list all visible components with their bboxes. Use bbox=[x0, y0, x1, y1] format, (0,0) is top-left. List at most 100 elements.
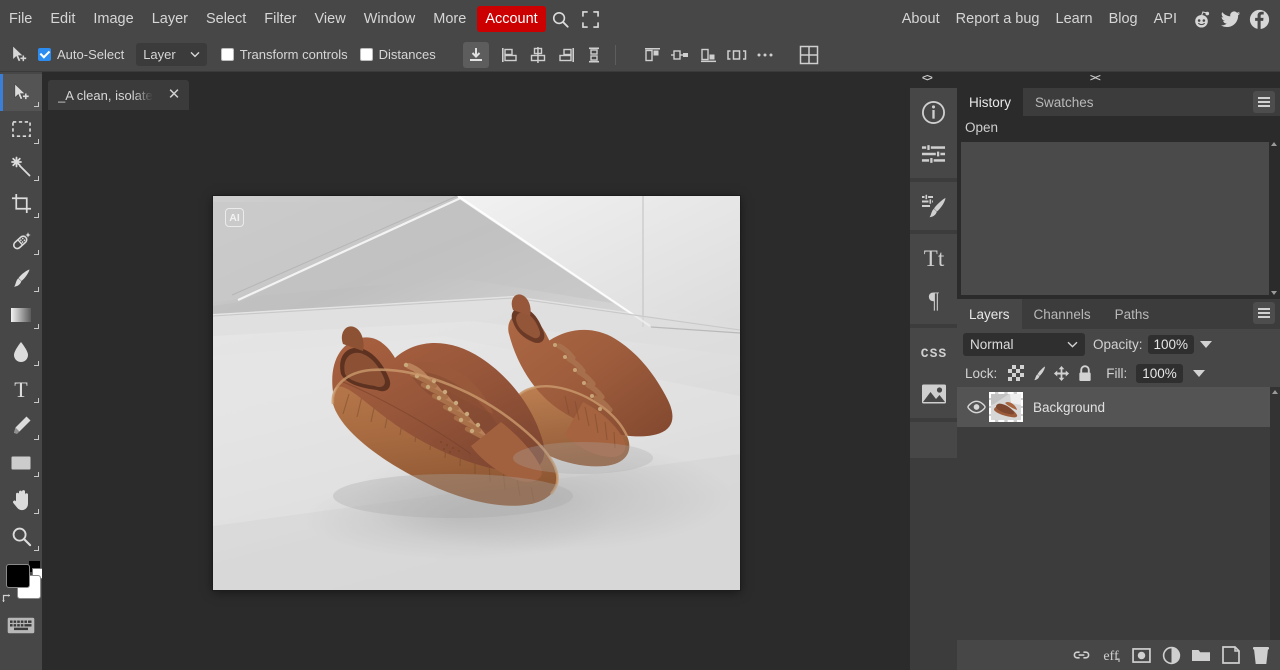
align-middle-icon[interactable] bbox=[668, 42, 694, 68]
menu-view[interactable]: View bbox=[306, 6, 355, 32]
link-about[interactable]: About bbox=[894, 6, 948, 32]
link-layers-icon[interactable] bbox=[1070, 644, 1092, 666]
account-button[interactable]: Account bbox=[477, 6, 546, 32]
facebook-icon[interactable] bbox=[1246, 6, 1272, 32]
dock-expand-left-handle[interactable]: <> bbox=[922, 73, 933, 84]
fill-slider-arrow-icon[interactable] bbox=[1192, 369, 1205, 377]
arrange-grid-icon[interactable] bbox=[796, 42, 822, 68]
opacity-value[interactable]: 100% bbox=[1147, 334, 1195, 354]
menu-window[interactable]: Window bbox=[355, 6, 425, 32]
tab-history[interactable]: History bbox=[957, 88, 1024, 116]
image-icon[interactable] bbox=[912, 373, 955, 415]
adjustment-layer-icon[interactable] bbox=[1160, 644, 1182, 666]
blur-tool[interactable] bbox=[0, 333, 42, 370]
menu-file[interactable]: File bbox=[0, 6, 41, 32]
history-list-body[interactable] bbox=[961, 142, 1269, 295]
tab-channels[interactable]: Channels bbox=[1022, 299, 1103, 329]
align-top-icon[interactable] bbox=[640, 42, 666, 68]
distribute-download-icon[interactable] bbox=[462, 41, 489, 68]
history-panel-menu-icon[interactable] bbox=[1253, 91, 1275, 113]
brush-settings-icon[interactable] bbox=[912, 185, 955, 227]
search-icon[interactable] bbox=[546, 6, 576, 32]
layer-list-scrollbar[interactable] bbox=[1270, 387, 1280, 640]
layer-list[interactable]: Background bbox=[957, 387, 1280, 640]
artboard[interactable]: AI bbox=[213, 196, 740, 590]
scroll-up-icon[interactable] bbox=[1271, 390, 1278, 394]
history-scrollbar[interactable] bbox=[1270, 140, 1279, 297]
css-icon[interactable]: CSS bbox=[912, 331, 955, 373]
new-layer-icon[interactable] bbox=[1220, 644, 1242, 666]
menu-layer[interactable]: Layer bbox=[143, 6, 197, 32]
auto-select-scope-dropdown[interactable]: Layer bbox=[136, 43, 207, 66]
move-tool[interactable] bbox=[0, 74, 42, 111]
keyboard-icon[interactable] bbox=[6, 615, 36, 635]
close-icon[interactable]: ✕ bbox=[163, 87, 186, 102]
add-mask-icon[interactable] bbox=[1130, 644, 1152, 666]
auto-select-checkbox[interactable]: Auto-Select bbox=[38, 47, 124, 62]
menu-filter[interactable]: Filter bbox=[255, 6, 305, 32]
layers-panel-menu-icon[interactable] bbox=[1253, 302, 1275, 324]
lock-position-icon[interactable] bbox=[1052, 364, 1071, 383]
align-vertical-icon[interactable] bbox=[581, 42, 607, 68]
distribute-horizontal-icon[interactable] bbox=[724, 42, 750, 68]
character-icon[interactable]: Tt bbox=[912, 237, 955, 279]
menu-select[interactable]: Select bbox=[197, 6, 255, 32]
type-tool[interactable]: T bbox=[0, 370, 42, 407]
paragraph-icon[interactable]: ¶ bbox=[912, 279, 955, 321]
align-bottom-icon[interactable] bbox=[696, 42, 722, 68]
history-panel[interactable]: Open bbox=[957, 116, 1280, 299]
shape-tool[interactable] bbox=[0, 444, 42, 481]
layer-visibility-eye-icon[interactable] bbox=[963, 400, 989, 414]
layer-thumbnail[interactable] bbox=[989, 392, 1023, 422]
gradient-tool[interactable] bbox=[0, 296, 42, 333]
table-row[interactable]: Background bbox=[957, 387, 1280, 427]
dock-collapse-right-handle[interactable]: >< bbox=[1090, 73, 1101, 84]
color-swatches[interactable] bbox=[0, 561, 43, 607]
history-entry-open[interactable]: Open bbox=[957, 116, 1280, 139]
move-tool-icon[interactable] bbox=[6, 42, 32, 68]
rectangular-marquee-tool[interactable] bbox=[0, 111, 42, 148]
align-left-icon[interactable] bbox=[497, 42, 523, 68]
link-learn[interactable]: Learn bbox=[1048, 6, 1101, 32]
align-center-horizontal-icon[interactable] bbox=[525, 42, 551, 68]
menu-image[interactable]: Image bbox=[84, 6, 142, 32]
zoom-tool[interactable] bbox=[0, 518, 42, 555]
reddit-icon[interactable] bbox=[1188, 6, 1214, 32]
lock-pixels-icon[interactable] bbox=[1029, 364, 1048, 383]
transform-controls-checkbox-box[interactable] bbox=[220, 48, 234, 61]
lock-transparency-icon[interactable] bbox=[1006, 364, 1025, 383]
magic-wand-tool[interactable] bbox=[0, 148, 42, 185]
info-icon[interactable] bbox=[912, 91, 955, 133]
menu-more[interactable]: More bbox=[424, 6, 475, 32]
link-report-a-bug[interactable]: Report a bug bbox=[948, 6, 1048, 32]
tab-swatches[interactable]: Swatches bbox=[1023, 88, 1106, 116]
fill-value[interactable]: 100% bbox=[1136, 363, 1183, 383]
layer-effects-icon[interactable]: eff bbox=[1100, 644, 1122, 666]
tab-layers[interactable]: Layers bbox=[957, 299, 1022, 329]
distances-checkbox[interactable]: Distances bbox=[359, 47, 436, 62]
opacity-slider-arrow-icon[interactable] bbox=[1200, 340, 1213, 348]
link-blog[interactable]: Blog bbox=[1101, 6, 1146, 32]
hand-tool[interactable] bbox=[0, 481, 42, 518]
crop-tool[interactable] bbox=[0, 185, 42, 222]
canvas-area[interactable]: AI bbox=[42, 110, 910, 670]
delete-layer-icon[interactable] bbox=[1250, 644, 1272, 666]
twitter-icon[interactable] bbox=[1217, 6, 1243, 32]
menu-edit[interactable]: Edit bbox=[41, 6, 84, 32]
auto-select-checkbox-box[interactable] bbox=[38, 48, 51, 61]
scroll-up-icon[interactable] bbox=[1271, 142, 1277, 146]
transform-controls-checkbox[interactable]: Transform controls bbox=[220, 47, 348, 62]
pen-tool[interactable] bbox=[0, 407, 42, 444]
blend-mode-dropdown[interactable]: Normal bbox=[963, 332, 1085, 356]
fullscreen-icon[interactable] bbox=[576, 6, 606, 32]
swap-colors-icon[interactable] bbox=[2, 591, 14, 603]
tab-paths[interactable]: Paths bbox=[1103, 299, 1162, 329]
new-group-icon[interactable] bbox=[1190, 644, 1212, 666]
healing-brush-tool[interactable] bbox=[0, 222, 42, 259]
adjustments-icon[interactable] bbox=[912, 133, 955, 175]
document-tab[interactable]: _A clean, isolate ✕ bbox=[48, 80, 190, 110]
lock-all-icon[interactable] bbox=[1075, 364, 1094, 383]
foreground-color-swatch[interactable] bbox=[6, 564, 30, 588]
brush-tool[interactable] bbox=[0, 259, 42, 296]
link-api[interactable]: API bbox=[1146, 6, 1185, 32]
